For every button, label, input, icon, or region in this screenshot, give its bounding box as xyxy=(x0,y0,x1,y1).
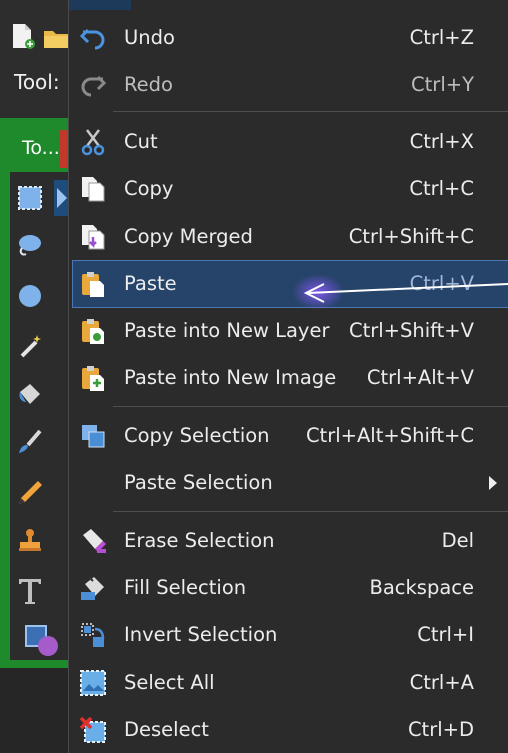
copy-merged-icon xyxy=(82,225,105,250)
menu-item-paste-new-layer[interactable]: Paste into New Layer Ctrl+Shift+V xyxy=(73,308,508,354)
menu-item-cut[interactable]: Cut Ctrl+X xyxy=(73,119,508,165)
shapes-tool-icon[interactable] xyxy=(24,624,64,658)
select-all-icon xyxy=(80,670,106,696)
menu-separator xyxy=(113,511,508,512)
edit-context-menu: Undo Ctrl+Z Redo Ctrl+Y Cut Ctrl+X Copy … xyxy=(68,0,508,753)
new-file-icon[interactable] xyxy=(8,22,36,50)
clone-stamp-icon[interactable] xyxy=(16,526,44,554)
app-footer xyxy=(0,668,70,753)
undo-icon xyxy=(79,28,105,50)
copy-selection-icon xyxy=(82,425,105,448)
tab-tools[interactable]: To... xyxy=(12,128,66,168)
copy-icon xyxy=(82,177,105,202)
eraser-icon xyxy=(83,529,106,553)
menu-separator xyxy=(113,111,508,112)
menu-separator xyxy=(113,406,508,407)
lasso-select-icon[interactable] xyxy=(16,232,44,260)
app-toolbar: Tool: xyxy=(0,0,70,118)
magic-wand-icon[interactable] xyxy=(16,332,44,360)
rectangle-select-tool-icon[interactable] xyxy=(16,184,44,212)
paint-bucket-icon[interactable] xyxy=(16,380,44,408)
open-folder-icon[interactable] xyxy=(42,24,70,52)
paste-icon xyxy=(82,272,104,297)
tool-label: Tool: xyxy=(14,70,60,94)
menu-item-copy[interactable]: Copy Ctrl+C xyxy=(73,166,508,212)
menu-item-copy-selection[interactable]: Copy Selection Ctrl+Alt+Shift+C xyxy=(73,413,508,459)
menu-item-select-all[interactable]: Select All Ctrl+A xyxy=(73,660,508,706)
tools-grid xyxy=(10,172,70,660)
invert-selection-icon xyxy=(81,623,105,647)
paste-new-image-icon xyxy=(82,366,104,391)
menu-item-deselect[interactable]: Deselect Ctrl+D xyxy=(73,707,508,753)
menu-header-accent xyxy=(69,0,131,10)
menu-item-paste-new-image[interactable]: Paste into New Image Ctrl+Alt+V xyxy=(73,355,508,401)
deselect-icon xyxy=(79,716,106,743)
menu-item-paste[interactable]: Paste Ctrl+V xyxy=(72,260,508,308)
ellipse-select-icon[interactable] xyxy=(16,282,44,310)
paintbrush-icon[interactable] xyxy=(16,428,44,456)
redo-icon xyxy=(81,75,107,97)
menu-item-undo[interactable]: Undo Ctrl+Z xyxy=(73,15,508,61)
menu-item-copy-merged[interactable]: Copy Merged Ctrl+Shift+C xyxy=(73,214,508,260)
menu-item-paste-selection[interactable]: Paste Selection xyxy=(73,460,508,506)
menu-item-redo[interactable]: Redo Ctrl+Y xyxy=(73,62,508,108)
paste-new-layer-icon xyxy=(82,319,104,344)
submenu-arrow-icon xyxy=(489,476,497,490)
menu-item-invert-selection[interactable]: Invert Selection Ctrl+I xyxy=(73,612,508,658)
menu-item-erase-selection[interactable]: Erase Selection Del xyxy=(73,518,508,564)
scissors-icon xyxy=(81,129,105,156)
pencil-icon[interactable] xyxy=(16,478,44,506)
fill-bucket-icon xyxy=(81,576,104,600)
menu-item-fill-selection[interactable]: Fill Selection Backspace xyxy=(73,565,508,611)
text-tool-icon[interactable] xyxy=(16,576,44,606)
